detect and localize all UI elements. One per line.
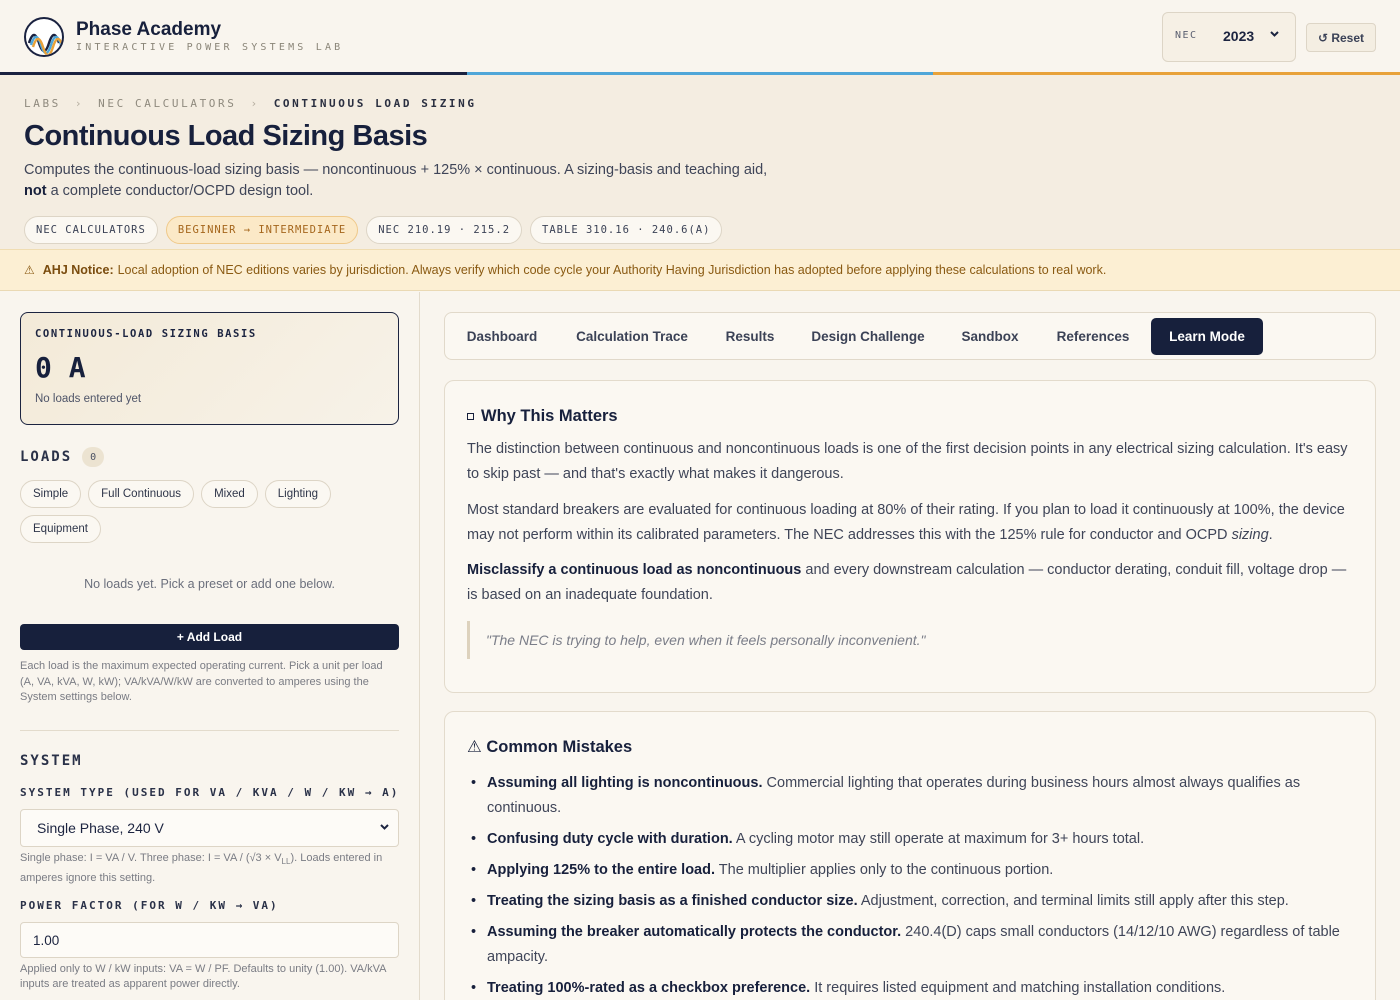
tag-nec-reference: NEC 210.19 · 215.2 [366, 216, 523, 244]
system-type-help: Single phase: I = VA / V. Three phase: I… [20, 850, 399, 887]
preset-equipment[interactable]: Equipment [20, 515, 101, 543]
mistake-heading: Treating the sizing basis as a finished … [487, 893, 858, 909]
mistakes-list: Assuming all lighting is noncontinuous. … [467, 771, 1355, 1000]
phase-academy-logo-icon[interactable] [24, 17, 64, 57]
sizing-basis-value: 0 A [35, 351, 86, 384]
common-mistakes-title: ⚠ Common Mistakes [467, 738, 633, 756]
system-type-value: Single Phase, 240 V [37, 820, 164, 836]
preset-full-continuous[interactable]: Full Continuous [88, 480, 195, 508]
sizing-basis-label: CONTINUOUS-LOAD SIZING BASIS [35, 328, 257, 340]
tag-level: BEGINNER → INTERMEDIATE [165, 216, 359, 244]
chevron-right-icon: › [74, 97, 85, 110]
system-help-text: Single phase: I = VA / V. Three phase: I… [20, 852, 282, 864]
sizing-basis-card: CONTINUOUS-LOAD SIZING BASIS 0 A No load… [20, 312, 399, 425]
why-p2-emphasis: sizing [1231, 527, 1269, 543]
empty-loads-message: No loads yet. Pick a preset or add one b… [84, 577, 335, 591]
ahj-notice-banner: ⚠ AHJ Notice: Local adoption of NEC edit… [0, 249, 1400, 291]
description-text: Computes the continuous-load sizing basi… [24, 162, 768, 178]
loads-count-badge: 0 [82, 447, 105, 467]
system-section-title: SYSTEM [20, 753, 83, 769]
preset-list: Simple Full Continuous Mixed Lighting Eq… [20, 480, 400, 543]
divider [20, 730, 399, 731]
nec-edition-select[interactable]: NEC 2023 [1162, 12, 1296, 62]
list-item: Treating the sizing basis as a finished … [467, 889, 1355, 914]
list-item: Assuming the breaker automatically prote… [467, 920, 1355, 970]
mistake-text: A cycling motor may still operate at max… [732, 831, 1145, 847]
mistake-heading: Applying 125% to the entire load. [487, 862, 716, 878]
add-load-button[interactable]: + Add Load [20, 624, 399, 650]
breadcrumb-nec-calculators[interactable]: NEC CALCULATORS [98, 97, 236, 110]
common-mistakes-card: ⚠ Common Mistakes Assuming all lighting … [444, 711, 1376, 1000]
why-quote: "The NEC is trying to help, even when it… [467, 621, 1355, 659]
mistake-heading: Assuming all lighting is noncontinuous. [487, 775, 763, 791]
preset-mixed[interactable]: Mixed [201, 480, 258, 508]
tab-dashboard[interactable]: Dashboard [453, 318, 551, 355]
sizing-basis-note: No loads entered yet [35, 393, 142, 405]
system-type-select[interactable]: Single Phase, 240 V [20, 809, 399, 847]
breadcrumb: LABS › NEC CALCULATORS › CONTINUOUS LOAD… [24, 97, 477, 110]
warning-icon: ⚠ [24, 263, 35, 277]
preset-lighting[interactable]: Lighting [264, 480, 332, 508]
list-item: Assuming all lighting is noncontinuous. … [467, 771, 1355, 821]
why-title-text: Why This Matters [481, 407, 618, 425]
breadcrumb-labs[interactable]: LABS [24, 97, 61, 110]
tab-bar: Dashboard Calculation Trace Results Desi… [444, 312, 1376, 360]
loads-header: LOADS 0 [20, 447, 105, 467]
tab-references[interactable]: References [1045, 318, 1141, 355]
chevron-down-icon [379, 821, 390, 836]
loads-title: LOADS [20, 449, 73, 465]
notice-label: AHJ Notice: [42, 263, 114, 277]
reset-button[interactable]: ↺ Reset [1306, 23, 1376, 52]
description-emphasis: not [24, 183, 47, 199]
nec-label: NEC [1175, 30, 1198, 41]
page-description: Computes the continuous-load sizing basi… [24, 160, 784, 202]
list-item: Confusing duty cycle with duration. A cy… [467, 827, 1355, 852]
why-paragraph-1: The distinction between continuous and n… [467, 441, 1348, 482]
notice-text: Local adoption of NEC editions varies by… [117, 263, 1107, 277]
chevron-down-icon [1269, 28, 1280, 43]
tab-calculation-trace[interactable]: Calculation Trace [565, 318, 699, 355]
mistake-heading: Treating 100%-rated as a checkbox prefer… [487, 980, 811, 996]
why-p2-end: . [1268, 527, 1273, 543]
mistake-heading: Confusing duty cycle with duration. [487, 831, 733, 847]
brand-name: Phase Academy [76, 19, 222, 40]
description-text-end: a complete conductor/OCPD design tool. [46, 183, 314, 199]
list-item: Applying 125% to the entire load. The mu… [467, 858, 1355, 883]
page-title: Continuous Load Sizing Basis [24, 120, 428, 152]
preset-simple[interactable]: Simple [20, 480, 82, 508]
mistake-text: Adjustment, correction, and terminal lim… [857, 893, 1289, 909]
top-header: Phase Academy INTERACTIVE POWER SYSTEMS … [0, 0, 1400, 72]
tab-sandbox[interactable]: Sandbox [951, 318, 1029, 355]
why-this-matters-title: Why This Matters [467, 407, 618, 426]
tag-table-reference: TABLE 310.16 · 240.6(A) [530, 216, 723, 244]
chevron-right-icon: › [250, 97, 260, 110]
why-p3-bold: Misclassify a continuous load as noncont… [467, 562, 802, 578]
why-this-matters-card: Why This Matters The distinction between… [444, 380, 1376, 693]
power-factor-label: POWER FACTOR (FOR W / KW → VA) [20, 899, 279, 912]
system-type-label: SYSTEM TYPE (USED FOR VA / KVA / W / KW … [20, 786, 400, 799]
mistake-heading: Assuming the breaker automatically prote… [487, 924, 902, 940]
why-paragraph-2: Most standard breakers are evaluated for… [467, 498, 1355, 548]
tab-design-challenge[interactable]: Design Challenge [801, 318, 935, 355]
tab-results[interactable]: Results [715, 318, 785, 355]
left-sidebar: CONTINUOUS-LOAD SIZING BASIS 0 A No load… [0, 292, 420, 1000]
page-hero: LABS › NEC CALCULATORS › CONTINUOUS LOAD… [0, 75, 1400, 249]
why-p2-text: Most standard breakers are evaluated for… [467, 502, 1345, 543]
why-paragraph-3: Misclassify a continuous load as noncont… [467, 558, 1355, 608]
tag-category: NEC CALCULATORS [24, 216, 158, 244]
breadcrumb-current: CONTINUOUS LOAD SIZING [273, 97, 477, 110]
mistake-text: The multiplier applies only to the conti… [715, 862, 1054, 878]
power-factor-help: Applied only to W / kW inputs: VA = W / … [20, 963, 386, 990]
mistake-text: It requires listed equipment and matchin… [810, 980, 1226, 996]
brand-subtitle: INTERACTIVE POWER SYSTEMS LAB [76, 42, 344, 53]
load-help-text: Each load is the maximum expected operat… [20, 660, 383, 703]
tab-learn-mode[interactable]: Learn Mode [1151, 318, 1263, 355]
list-item: Treating 100%-rated as a checkbox prefer… [467, 976, 1355, 1000]
nec-year-value: 2023 [1223, 28, 1255, 44]
tag-list: NEC CALCULATORS BEGINNER → INTERMEDIATE … [24, 216, 723, 244]
square-icon [467, 413, 474, 420]
power-factor-input[interactable]: 1.00 [20, 922, 399, 958]
